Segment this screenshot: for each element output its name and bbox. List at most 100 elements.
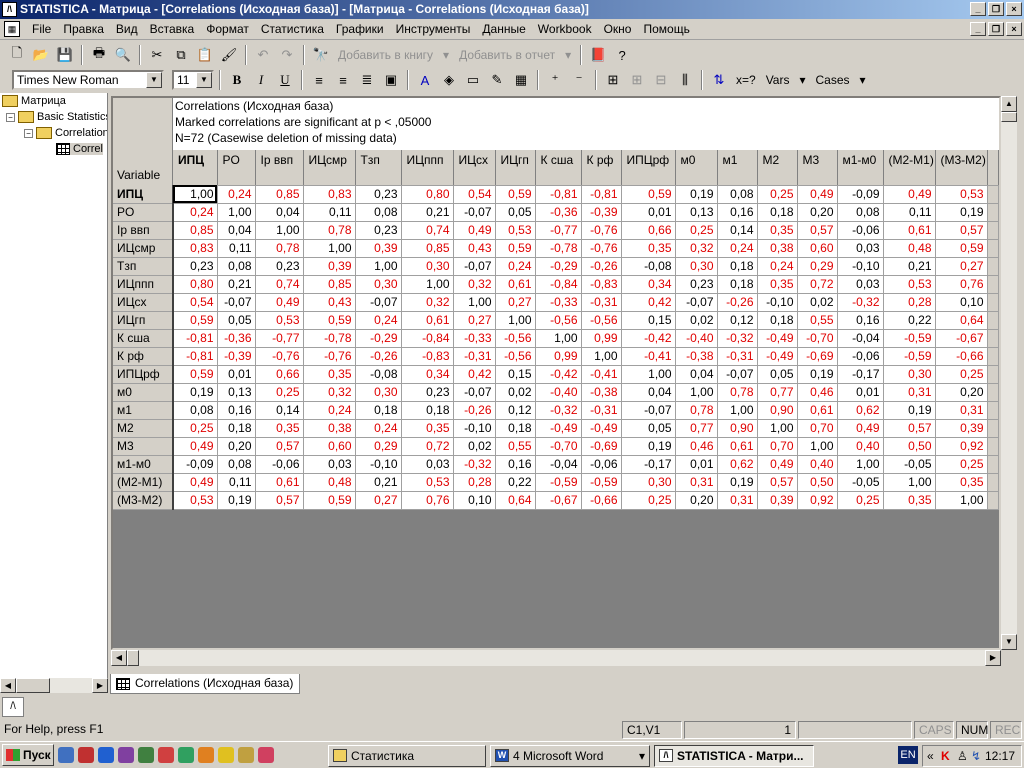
table-cell[interactable]: 0,23 [255, 257, 304, 276]
table-cell[interactable]: -0,83 [581, 275, 622, 294]
table-cell-offscreen[interactable] [987, 347, 999, 366]
table-cell[interactable]: 0,01 [217, 365, 256, 384]
table-cell-offscreen[interactable] [987, 185, 999, 204]
statistica-icon[interactable]: /\ [2, 2, 17, 17]
row-header[interactable]: (М3-М2) [113, 491, 174, 510]
table-cell[interactable]: 0,49 [757, 455, 798, 474]
table-cell[interactable]: -0,39 [581, 203, 622, 222]
table-cell[interactable]: 1,00 [453, 293, 496, 312]
table-cell[interactable]: 0,13 [217, 383, 256, 402]
row-header[interactable]: М3 [113, 437, 174, 456]
table-cell[interactable]: 0,48 [303, 473, 356, 492]
table-cell[interactable]: 0,72 [797, 275, 838, 294]
table-cell[interactable]: 0,32 [453, 275, 496, 294]
table-cell-offscreen[interactable] [987, 221, 999, 240]
table-cell[interactable]: 1,00 [401, 275, 454, 294]
table-cell[interactable]: 0,77 [675, 419, 718, 438]
table-cell[interactable]: 0,53 [173, 491, 218, 510]
table-cell[interactable]: 0,74 [401, 221, 454, 240]
table-cell-offscreen[interactable] [987, 203, 999, 222]
table-cell[interactable]: 0,92 [797, 491, 838, 510]
document-menu-icon[interactable]: ▦ [4, 21, 20, 37]
underline-button[interactable]: U [274, 69, 296, 91]
table-cell[interactable]: 0,34 [401, 365, 454, 384]
table-cell[interactable]: 0,05 [217, 311, 256, 330]
language-indicator[interactable]: EN [898, 746, 918, 764]
chevron-down-icon[interactable]: ▼ [196, 72, 212, 88]
task-microsoft-word[interactable]: W 4 Microsoft Word ▾ [490, 745, 650, 767]
quicklaunch-ie-icon[interactable] [98, 747, 114, 763]
table-cell[interactable]: -0,49 [757, 329, 798, 348]
column-header-offscreen[interactable] [987, 150, 999, 186]
table-cell[interactable]: 0,03 [837, 239, 884, 258]
table-cell[interactable]: 0,21 [355, 473, 402, 492]
italic-button[interactable]: I [250, 69, 272, 91]
table-cell[interactable]: 0,30 [355, 275, 402, 294]
menu-graphs[interactable]: Графики [330, 20, 390, 39]
table-cell[interactable]: 0,16 [837, 311, 884, 330]
table-cell[interactable]: 0,59 [303, 491, 356, 510]
table-cell[interactable]: 0,85 [173, 221, 218, 240]
align-left-icon[interactable]: ≡ [308, 69, 330, 91]
table-cell[interactable]: -0,10 [837, 257, 884, 276]
table-cell[interactable]: 0,43 [453, 239, 496, 258]
table-cell[interactable]: -0,07 [453, 203, 496, 222]
table-cell[interactable]: 0,76 [401, 491, 454, 510]
table-cell[interactable]: -0,81 [173, 329, 218, 348]
table-cell[interactable]: -0,59 [535, 473, 582, 492]
table-cell[interactable]: -0,36 [535, 203, 582, 222]
table-cell[interactable]: 0,04 [621, 383, 676, 402]
table-cell[interactable]: 0,35 [757, 275, 798, 294]
table-cell[interactable]: -0,42 [535, 365, 582, 384]
table-cell[interactable]: 1,00 [837, 455, 884, 474]
tree-node-correlations[interactable]: − Correlations [24, 127, 107, 139]
table-cell[interactable]: 0,42 [453, 365, 496, 384]
column-header[interactable]: К сша [535, 150, 582, 186]
cases-menu-button[interactable]: Cases [812, 73, 854, 87]
table-cell[interactable]: -0,06 [837, 221, 884, 240]
copy-icon[interactable]: ⧉ [170, 44, 192, 66]
table-cell[interactable]: 0,18 [757, 203, 798, 222]
table-cell[interactable]: 0,25 [757, 185, 798, 204]
table-cell[interactable]: -0,26 [581, 257, 622, 276]
column-header[interactable]: м0 [675, 150, 718, 186]
table-cell[interactable]: 0,83 [303, 185, 356, 204]
table-cell[interactable]: -0,56 [495, 329, 536, 348]
table-cell[interactable]: 0,78 [675, 401, 718, 420]
row-header[interactable]: м1 [113, 401, 174, 420]
format-painter-icon[interactable]: 🖌 [218, 44, 240, 66]
table-cell[interactable]: -0,49 [581, 419, 622, 438]
table-cell[interactable]: 0,57 [255, 437, 304, 456]
table-cell[interactable]: 0,11 [217, 239, 256, 258]
decrease-decimal-icon[interactable]: ⁻ [568, 69, 590, 91]
table-cell[interactable]: -0,06 [581, 455, 622, 474]
menu-format[interactable]: Формат [200, 20, 255, 39]
scroll-left-icon[interactable]: ◀ [111, 650, 127, 666]
table-cell[interactable]: 0,14 [255, 401, 304, 420]
table-cell[interactable]: 0,23 [173, 257, 218, 276]
tree-node-correlation-matrix[interactable]: Correl [56, 143, 103, 155]
table-cell[interactable]: 0,61 [717, 437, 758, 456]
column-header[interactable]: М3 [797, 150, 838, 186]
table-cell[interactable]: -0,76 [581, 239, 622, 258]
table-cell[interactable]: 0,66 [621, 221, 676, 240]
table-cell[interactable]: 0,20 [217, 437, 256, 456]
table-cell[interactable]: 0,25 [621, 491, 676, 510]
table-cell[interactable]: 0,85 [401, 239, 454, 258]
table-cell[interactable]: 0,20 [797, 203, 838, 222]
table-cell[interactable]: -0,07 [675, 293, 718, 312]
scroll-up-icon[interactable]: ▲ [1001, 96, 1017, 112]
table-cell[interactable]: 0,25 [935, 365, 988, 384]
table-cell[interactable]: 1,00 [495, 311, 536, 330]
add-to-report-button[interactable]: Добавить в отчет [455, 48, 559, 62]
table-cell[interactable]: 0,18 [495, 419, 536, 438]
table-cell[interactable]: 0,61 [401, 311, 454, 330]
menu-data[interactable]: Данные [476, 20, 531, 39]
column-header[interactable]: PO [217, 150, 256, 186]
table-cell[interactable]: 0,27 [355, 491, 402, 510]
merge-icon[interactable]: ▣ [380, 69, 402, 91]
table-cell[interactable]: -0,69 [797, 347, 838, 366]
table-cell[interactable]: 0,24 [303, 401, 356, 420]
table-cell[interactable]: 0,18 [717, 257, 758, 276]
table-cell-offscreen[interactable] [987, 329, 999, 348]
